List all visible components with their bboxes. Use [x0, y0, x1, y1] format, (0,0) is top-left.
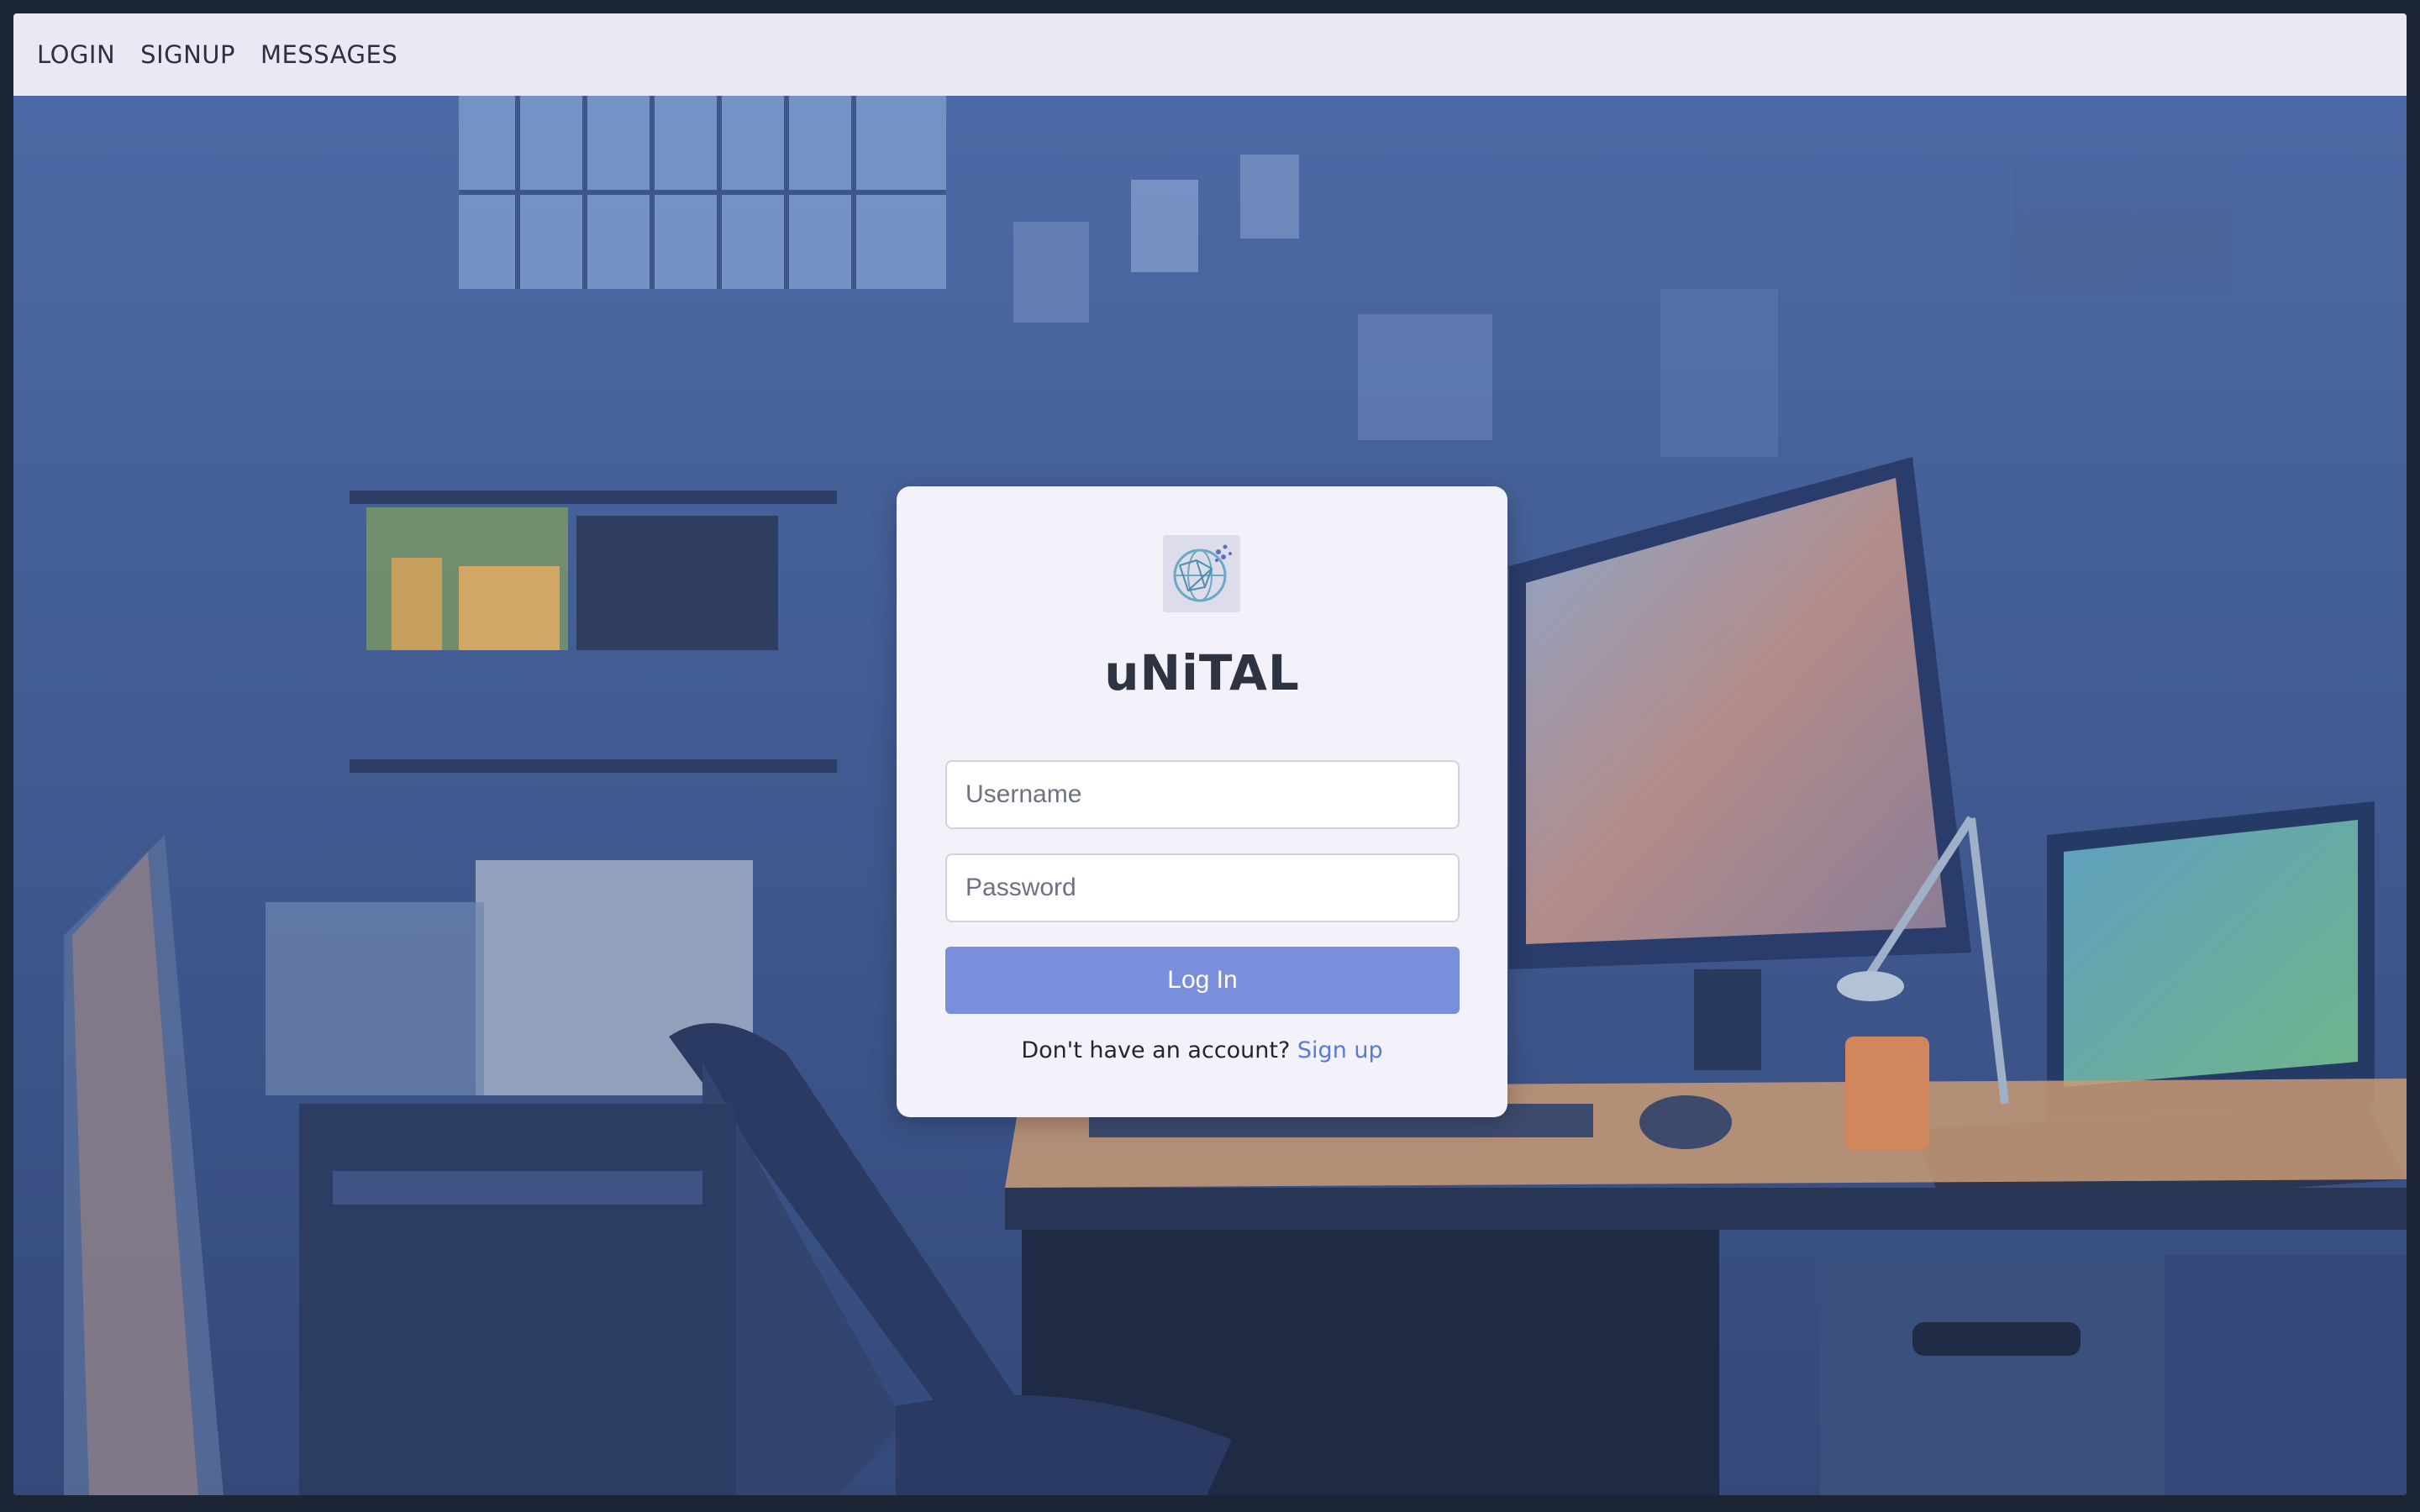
login-button[interactable]: Log In	[945, 947, 1460, 1014]
username-input[interactable]	[945, 760, 1460, 829]
signup-prompt-text: Don't have an account?	[1021, 1037, 1291, 1063]
signup-link[interactable]: Sign up	[1297, 1037, 1383, 1063]
brand-title: uNiTAL	[1104, 644, 1300, 701]
app-window: LOGIN SIGNUP MESSAGES uNiTAL Log In	[13, 13, 2407, 1495]
login-card: uNiTAL Log In Don't have an account? Sig…	[897, 486, 1507, 1117]
nav-signup-link[interactable]: SIGNUP	[140, 40, 235, 69]
globe-network-icon	[1163, 535, 1240, 612]
signup-prompt-row: Don't have an account? Sign up	[897, 1037, 1507, 1063]
password-input[interactable]	[945, 853, 1460, 922]
nav-login-link[interactable]: LOGIN	[37, 40, 115, 69]
nav-messages-link[interactable]: MESSAGES	[260, 40, 397, 69]
top-navbar: LOGIN SIGNUP MESSAGES	[13, 13, 2407, 96]
